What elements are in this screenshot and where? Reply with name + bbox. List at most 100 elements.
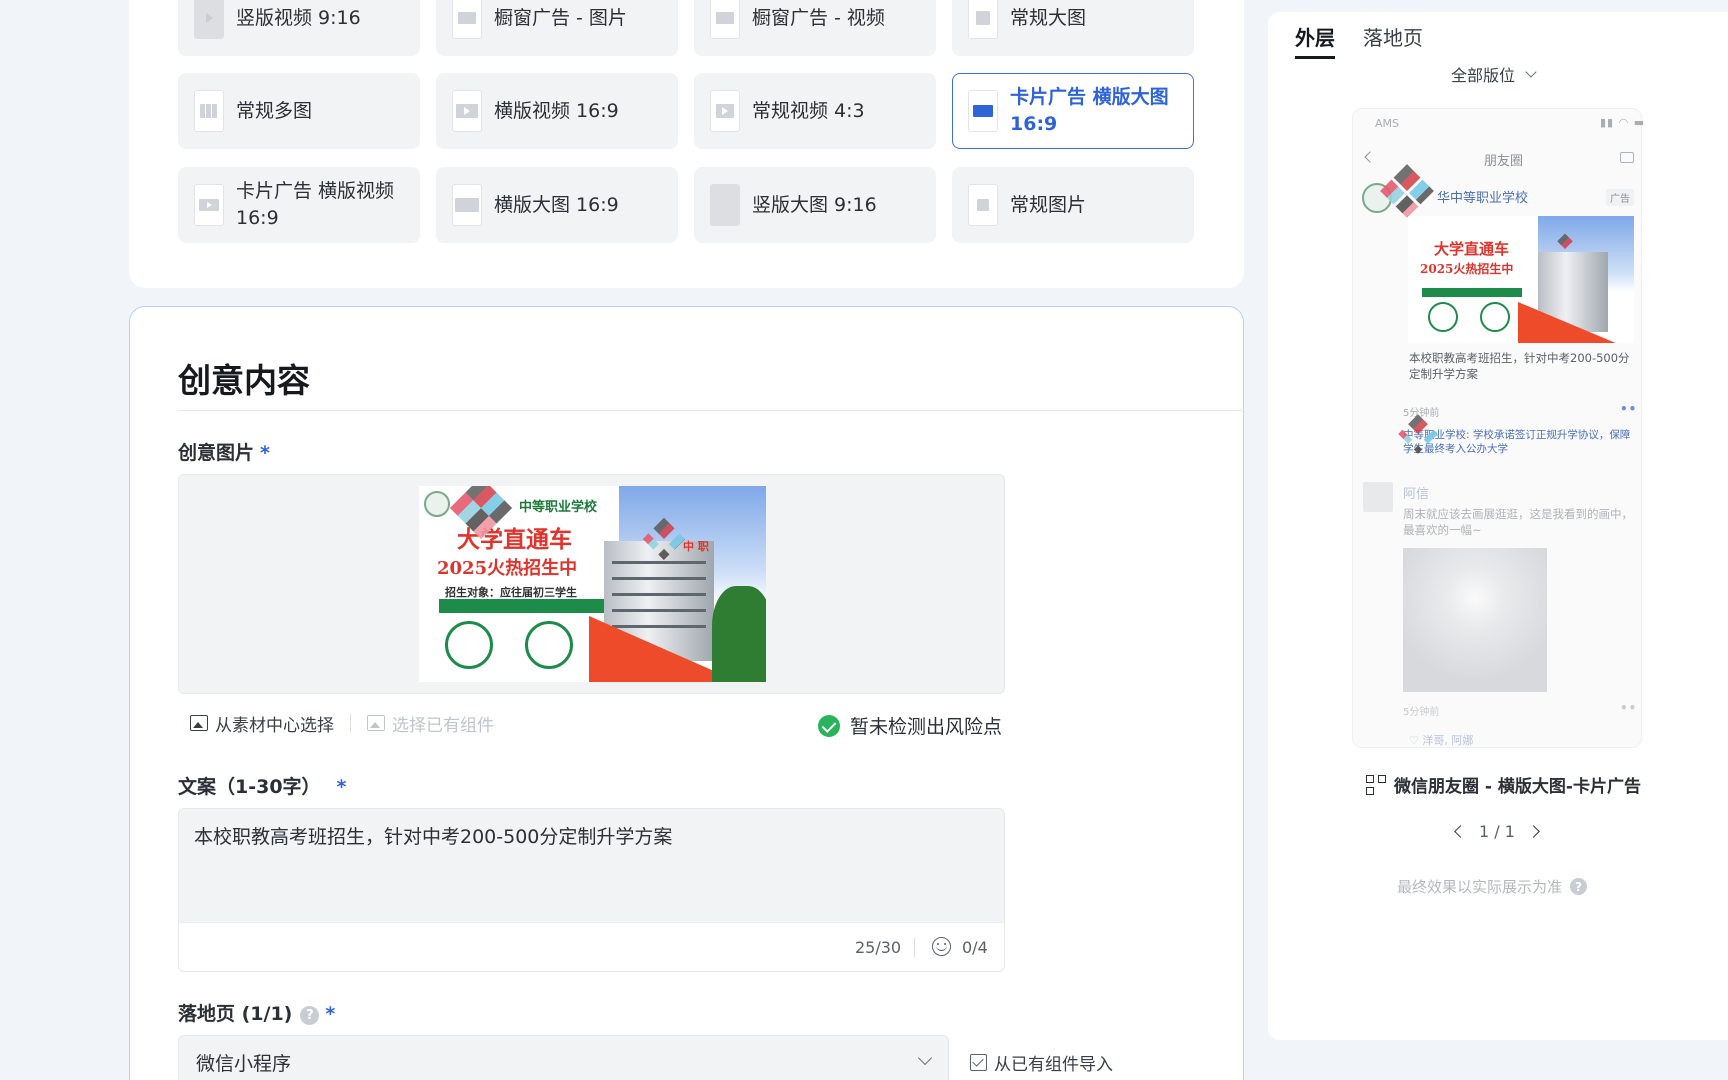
required-mark: * bbox=[260, 442, 270, 464]
preview-disclaimer: 最终效果以实际展示为准 ? bbox=[1397, 876, 1588, 897]
chevron-left-icon[interactable] bbox=[1454, 825, 1467, 838]
image-actions: 从素材中心选择 选择已有组件 bbox=[190, 711, 494, 736]
image-tree bbox=[712, 586, 766, 682]
card-video-icon bbox=[194, 184, 224, 226]
format-label: 常规视频 4:3 bbox=[752, 99, 865, 122]
creative-image-label: 创意图片 * bbox=[178, 442, 270, 464]
format-label: 常规图片 bbox=[1010, 193, 1087, 216]
help-icon[interactable]: ? bbox=[1570, 878, 1588, 895]
active-tab-indicator bbox=[1295, 56, 1335, 59]
risk-status: 暂未检测出风险点 bbox=[818, 712, 1002, 739]
required-mark: * bbox=[336, 776, 347, 798]
video-icon bbox=[452, 90, 482, 132]
status-bar-carrier: AMS bbox=[1375, 117, 1399, 130]
placement-dropdown[interactable]: 全部版位 bbox=[1451, 62, 1537, 86]
tab-outer[interactable]: 外层 bbox=[1295, 22, 1335, 51]
more-icon: •• bbox=[1620, 701, 1638, 715]
chevron-right-icon[interactable] bbox=[1527, 825, 1540, 838]
image-school-text: 中等职业学校 bbox=[519, 500, 598, 515]
likes-text: ♡ 洋哥, 阿娜 bbox=[1409, 734, 1474, 747]
landing-page-select-value: 微信小程序 bbox=[196, 1053, 292, 1075]
format-label: 横版大图 16:9 bbox=[494, 193, 619, 216]
format-option[interactable]: 竖版视频 9:16 bbox=[178, 0, 420, 56]
preview-caption: 微信朋友圈 - 横版大图-卡片广告 bbox=[1366, 772, 1641, 797]
qr-code-icon[interactable] bbox=[1366, 774, 1386, 795]
account-name: 华中等职业学校 bbox=[1437, 191, 1529, 206]
copy-text-value[interactable]: 本校职教高考班招生，针对中考200-500分定制升学方案 bbox=[194, 822, 672, 849]
horizontal-image-icon bbox=[452, 184, 482, 226]
post-time: 5分钟前 bbox=[1403, 707, 1440, 718]
import-label: 从已有组件导入 bbox=[994, 1055, 1113, 1075]
friend-post-text: 周末就应该去画展逛逛，这是我看到的画中，最喜欢的一幅~ bbox=[1403, 507, 1633, 537]
vertical-image-icon bbox=[710, 184, 740, 226]
image-badge-circle bbox=[445, 621, 493, 669]
vertical-video-icon bbox=[194, 0, 224, 39]
section-title: 创意内容 bbox=[178, 361, 310, 400]
image-subheadline: 2025火热招生中 bbox=[437, 558, 578, 579]
pager-text: 1 / 1 bbox=[1479, 822, 1515, 841]
char-counter: 25/30 bbox=[855, 938, 902, 957]
format-option[interactable]: 橱窗广告 - 视频 bbox=[694, 0, 936, 56]
format-option[interactable]: 横版大图 16:9 bbox=[436, 167, 678, 243]
comment-text: 中等职业学校: 学校承诺签订正规升学协议，保障学生最终考入公办大学 bbox=[1403, 429, 1631, 455]
ad-card-text: 本校职教高考班招生，针对中考200-500分定制升学方案 bbox=[1409, 351, 1630, 381]
phone-header: 朋友圈 bbox=[1484, 154, 1524, 169]
import-icon bbox=[970, 1054, 987, 1071]
format-option[interactable]: 橱窗广告 - 图片 bbox=[436, 0, 678, 56]
format-label: 常规大图 bbox=[1010, 6, 1087, 29]
page: 竖版视频 9:16 橱窗广告 - 图片 橱窗广告 - 视频 常规大图 常规多图 … bbox=[0, 0, 1728, 1080]
copy-label: 文案（1-30字） * bbox=[178, 776, 347, 798]
check-circle-icon bbox=[818, 714, 840, 737]
format-option[interactable]: 竖版大图 9:16 bbox=[694, 167, 936, 243]
material-center-label: 从素材中心选择 bbox=[215, 715, 334, 736]
format-option[interactable]: 横版视频 16:9 bbox=[436, 73, 678, 149]
friend-avatar bbox=[1363, 482, 1393, 512]
format-label: 橱窗广告 - 图片 bbox=[494, 6, 627, 29]
school-logo-icon bbox=[424, 491, 450, 517]
format-option[interactable]: 常规多图 bbox=[178, 73, 420, 149]
image-library-icon bbox=[367, 715, 385, 731]
format-option[interactable]: 常规大图 bbox=[952, 0, 1194, 56]
risk-status-text: 暂未检测出风险点 bbox=[850, 716, 1003, 738]
import-component-button[interactable]: 从已有组件导入 bbox=[970, 1050, 1113, 1075]
existing-component-label: 选择已有组件 bbox=[392, 715, 494, 736]
material-center-button[interactable]: 从素材中心选择 bbox=[190, 711, 334, 736]
format-label: 卡片广告 横版视频 16:9 bbox=[236, 180, 395, 229]
format-option[interactable]: 卡片广告 横版视频 16:9 bbox=[178, 167, 420, 243]
ad-tag: 广告 bbox=[1606, 189, 1634, 206]
multi-image-icon bbox=[194, 90, 224, 132]
image-icon bbox=[968, 184, 998, 226]
card-ad-icon bbox=[968, 90, 998, 132]
divider bbox=[350, 714, 351, 732]
format-label: 横版视频 16:9 bbox=[494, 99, 619, 122]
image-layout-icon bbox=[452, 0, 482, 39]
tab-landing[interactable]: 落地页 bbox=[1363, 22, 1423, 51]
divider bbox=[178, 410, 1244, 411]
creative-image-preview[interactable]: 中等职业学校 大学直通车 2025火热招生中 招生对象：应往届初三学生 中 职 bbox=[419, 486, 766, 682]
image-line: 招生对象：应往届初三学生 bbox=[445, 586, 577, 599]
emoji-counter: 0/4 bbox=[962, 938, 988, 957]
format-option[interactable]: 常规图片 bbox=[952, 167, 1194, 243]
disclaimer-text: 最终效果以实际展示为准 bbox=[1397, 878, 1563, 896]
landing-page-label: 落地页 (1/1)? * bbox=[178, 1003, 336, 1025]
ad-format-grid: 竖版视频 9:16 橱窗广告 - 图片 橱窗广告 - 视频 常规大图 常规多图 … bbox=[178, 0, 1194, 243]
format-option-selected[interactable]: 卡片广告 横版大图 16:9 bbox=[952, 73, 1194, 149]
format-option[interactable]: 常规视频 4:3 bbox=[694, 73, 936, 149]
chevron-down-icon bbox=[1525, 66, 1537, 78]
camera-icon bbox=[1620, 152, 1634, 163]
landing-page-select[interactable] bbox=[178, 1035, 949, 1080]
status-bar-icons: ▮▮ ◠ ▬ bbox=[1600, 116, 1646, 129]
format-label: 橱窗广告 - 视频 bbox=[752, 6, 885, 29]
required-mark: * bbox=[325, 1003, 336, 1025]
image-library-icon bbox=[190, 715, 208, 731]
friend-post-photo bbox=[1403, 548, 1547, 692]
image-layout-icon bbox=[710, 0, 740, 39]
preview-caption-text: 微信朋友圈 - 横版大图-卡片广告 bbox=[1394, 777, 1641, 797]
divider bbox=[914, 938, 915, 957]
preview-pager: 1 / 1 bbox=[1454, 822, 1540, 841]
existing-component-button[interactable]: 选择已有组件 bbox=[367, 711, 494, 736]
format-label: 常规多图 bbox=[236, 99, 313, 122]
ad-card-image: 大学直通车 2025火热招生中 bbox=[1408, 216, 1634, 343]
video-icon bbox=[710, 90, 740, 132]
help-icon[interactable]: ? bbox=[300, 1006, 320, 1025]
